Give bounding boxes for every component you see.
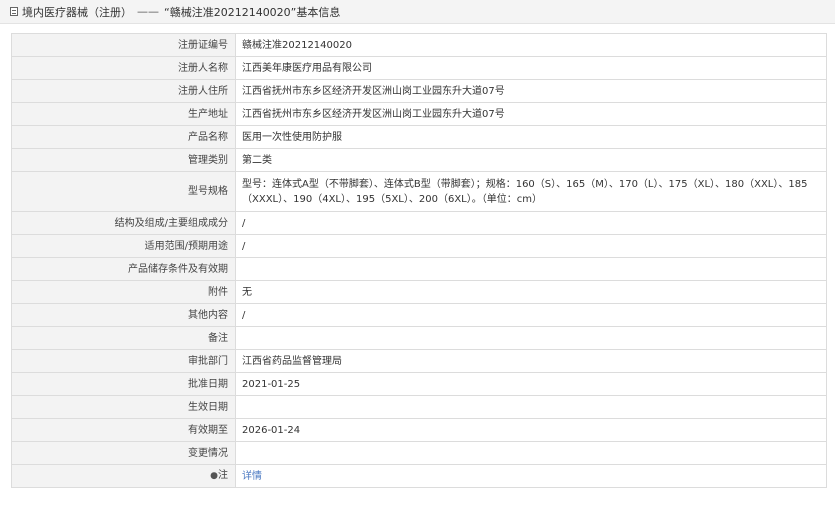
field-value: 赣械注准20212140020 <box>235 33 827 57</box>
field-label: 其他内容 <box>11 303 236 327</box>
field-label: 注册人住所 <box>11 79 236 103</box>
field-value: 医用一次性使用防护服 <box>235 125 827 149</box>
field-value: 江西省药品监督管理局 <box>235 349 827 373</box>
field-label: 产品名称 <box>11 125 236 149</box>
table-row: 产品储存条件及有效期 <box>11 257 827 281</box>
info-table: 注册证编号 赣械注准20212140020 注册人名称 江西美年康医疗用品有限公… <box>11 33 827 488</box>
page-header: 境内医疗器械（注册） —— “赣械注准20212140020”基本信息 <box>0 0 835 24</box>
field-label: 备注 <box>11 326 236 350</box>
table-row: 附件 无 <box>11 280 827 304</box>
record-title: “赣械注准20212140020”基本信息 <box>164 5 341 19</box>
table-row: 批准日期 2021-01-25 <box>11 372 827 396</box>
table-row: 备注 <box>11 326 827 350</box>
field-value: 江西美年康医疗用品有限公司 <box>235 56 827 80</box>
category-title: 境内医疗器械（注册） <box>22 5 132 19</box>
table-row: 型号规格 型号：连体式A型（不带脚套）、连体式B型（带脚套）；规格：160（S）… <box>11 171 827 212</box>
table-row: 审批部门 江西省药品监督管理局 <box>11 349 827 373</box>
field-value <box>235 441 827 465</box>
field-label: 型号规格 <box>11 171 236 212</box>
table-row: 结构及组成/主要组成成分 / <box>11 211 827 235</box>
field-value: / <box>235 303 827 327</box>
field-label: 附件 <box>11 280 236 304</box>
details-link[interactable]: 详情 <box>242 471 262 482</box>
field-value: / <box>235 211 827 235</box>
document-icon <box>10 7 18 16</box>
field-label: 结构及组成/主要组成成分 <box>11 211 236 235</box>
field-value <box>235 326 827 350</box>
field-label: 有效期至 <box>11 418 236 442</box>
table-row-note: ●注 详情 <box>11 464 827 488</box>
note-bullet-icon: ● <box>210 471 218 481</box>
field-label: 变更情况 <box>11 441 236 465</box>
table-row: 适用范围/预期用途 / <box>11 234 827 258</box>
field-label: 批准日期 <box>11 372 236 396</box>
field-value <box>235 395 827 419</box>
table-row: 管理类别 第二类 <box>11 148 827 172</box>
info-table-container: 注册证编号 赣械注准20212140020 注册人名称 江西美年康医疗用品有限公… <box>11 33 827 488</box>
field-value <box>235 257 827 281</box>
field-value: 江西省抚州市东乡区经济开发区洲山岗工业园东升大道07号 <box>235 102 827 126</box>
field-value: / <box>235 234 827 258</box>
note-value-cell: 详情 <box>235 464 827 488</box>
table-row: 变更情况 <box>11 441 827 465</box>
table-row: 注册人住所 江西省抚州市东乡区经济开发区洲山岗工业园东升大道07号 <box>11 79 827 103</box>
field-label: 生效日期 <box>11 395 236 419</box>
note-label-cell: ●注 <box>11 464 236 488</box>
field-value: 型号：连体式A型（不带脚套）、连体式B型（带脚套）；规格：160（S）、165（… <box>235 171 827 212</box>
field-label: 生产地址 <box>11 102 236 126</box>
field-label: 产品储存条件及有效期 <box>11 257 236 281</box>
field-label: 注册人名称 <box>11 56 236 80</box>
table-row: 有效期至 2026-01-24 <box>11 418 827 442</box>
table-row: 生产地址 江西省抚州市东乡区经济开发区洲山岗工业园东升大道07号 <box>11 102 827 126</box>
field-value: 无 <box>235 280 827 304</box>
table-row: 注册证编号 赣械注准20212140020 <box>11 33 827 57</box>
table-row: 注册人名称 江西美年康医疗用品有限公司 <box>11 56 827 80</box>
title-separator: —— <box>137 5 159 18</box>
field-label: 管理类别 <box>11 148 236 172</box>
table-row: 生效日期 <box>11 395 827 419</box>
field-value: 江西省抚州市东乡区经济开发区洲山岗工业园东升大道07号 <box>235 79 827 103</box>
note-label: 注 <box>218 470 228 481</box>
field-label: 审批部门 <box>11 349 236 373</box>
field-value: 2026-01-24 <box>235 418 827 442</box>
field-label: 注册证编号 <box>11 33 236 57</box>
field-value: 第二类 <box>235 148 827 172</box>
field-value: 2021-01-25 <box>235 372 827 396</box>
table-row: 产品名称 医用一次性使用防护服 <box>11 125 827 149</box>
table-row: 其他内容 / <box>11 303 827 327</box>
field-label: 适用范围/预期用途 <box>11 234 236 258</box>
